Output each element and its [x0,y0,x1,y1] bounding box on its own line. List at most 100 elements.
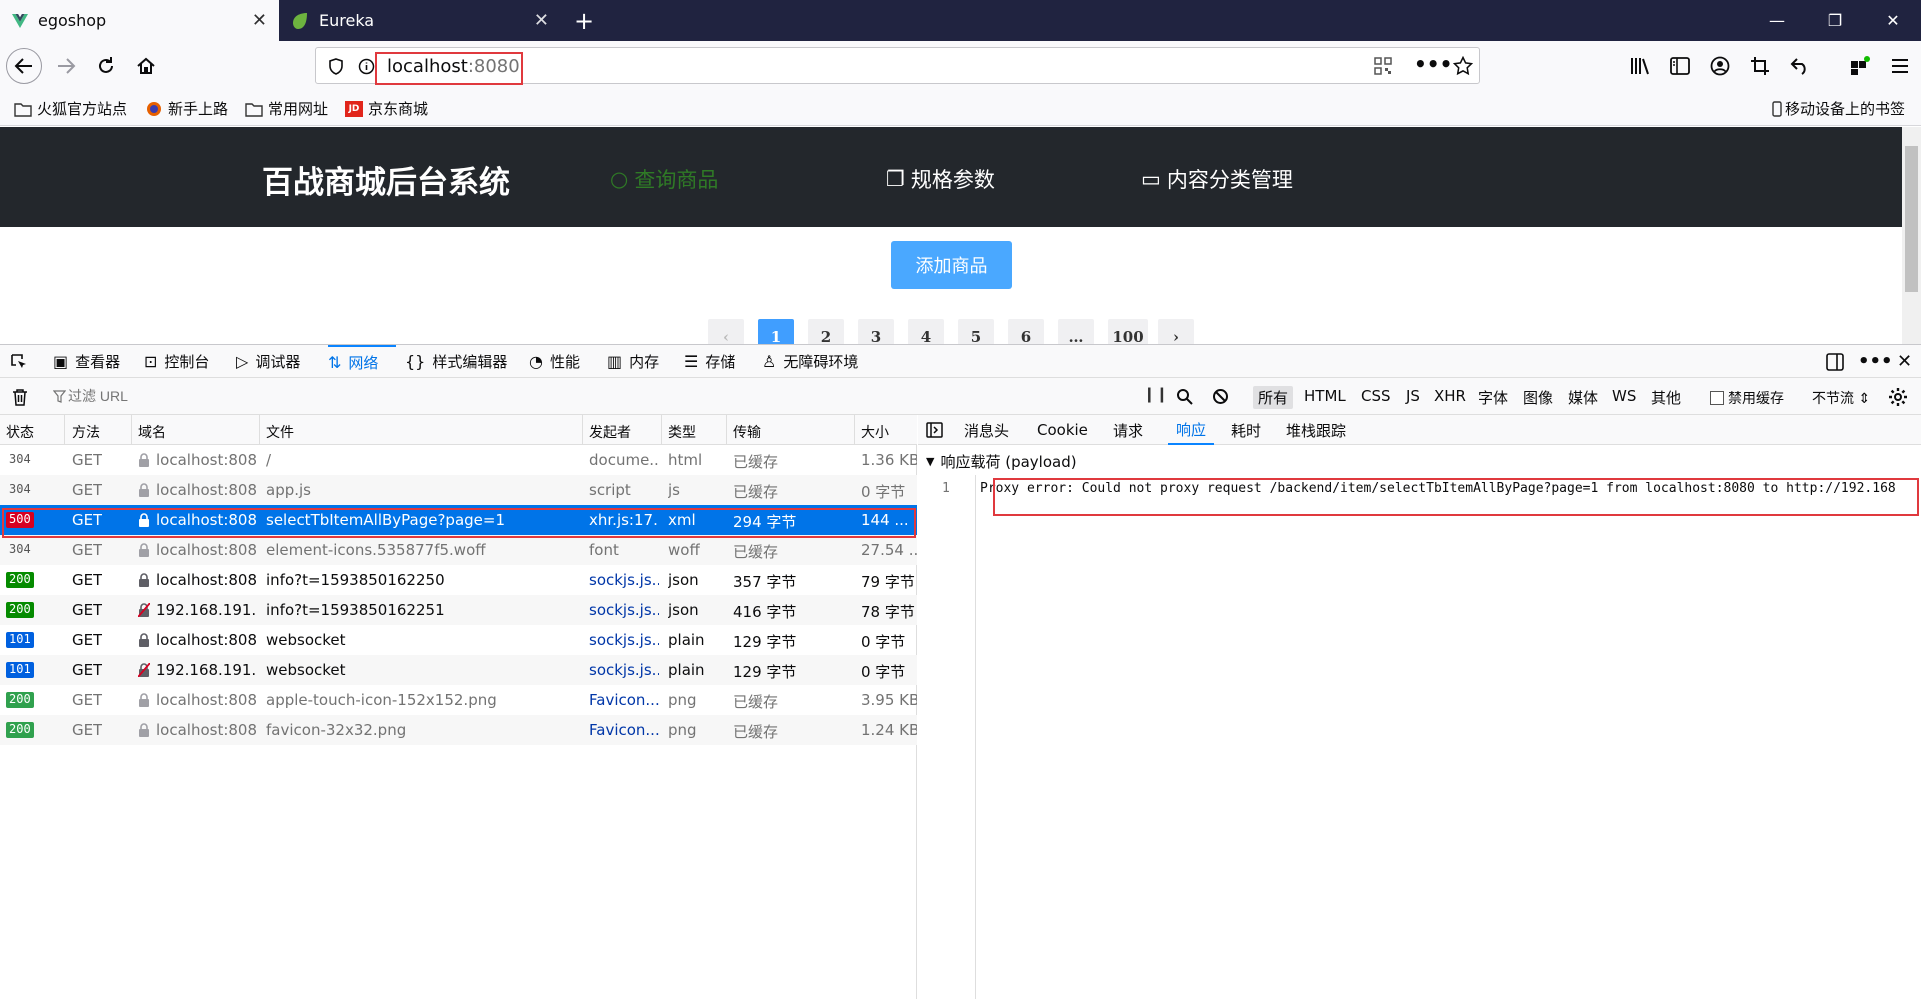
table-row[interactable]: 304 GET localhost:8080 / docume... html … [0,445,917,475]
table-row[interactable]: 200 GET localhost:8080 apple-touch-icon-… [0,685,917,715]
forward-button[interactable] [48,48,84,84]
search-icon[interactable] [1176,388,1193,405]
menu-spec-params[interactable]: ❐ 规格参数 [886,164,995,194]
block-icon[interactable] [1212,388,1229,405]
devtools-tab-console[interactable]: ⊡ 控制台 [144,345,209,378]
next-page-button[interactable]: › [1158,319,1194,344]
screenshot-button[interactable] [1742,48,1778,84]
col-initiator[interactable]: 发起者 [589,422,631,442]
prev-page-button[interactable]: ‹ [708,319,744,344]
cell-initiator[interactable]: sockjs.js... [589,661,659,679]
filter-xhr[interactable]: XHR [1429,386,1471,406]
page-1[interactable]: 1 [758,319,794,344]
detail-tab-stack-trace[interactable]: 堆栈跟踪 [1286,415,1346,445]
restore-button[interactable]: ❐ [1806,0,1864,41]
filter-media[interactable]: 媒体 [1563,386,1603,409]
bookmark-common-sites[interactable]: 常用网址 [245,98,328,119]
page-scrollbar-thumb[interactable] [1905,146,1918,292]
table-row[interactable]: 101 GET localhost:8080 websocket sockjs.… [0,625,917,655]
cell-initiator[interactable]: Favicon... [589,691,659,709]
devtools-more-icon[interactable]: ••• [1858,345,1893,378]
detail-tab-request[interactable]: 请求 [1113,415,1143,445]
bookmark-getting-started[interactable]: 新手上路 [145,98,228,119]
filter-url-input[interactable] [68,384,1128,408]
new-tab-button[interactable]: + [562,0,606,41]
col-file[interactable]: 文件 [266,422,294,442]
library-button[interactable] [1622,48,1658,84]
col-domain[interactable]: 域名 [138,422,166,442]
dock-options-button[interactable] [1826,345,1844,378]
devtools-tab-style-editor[interactable]: {} 样式编辑器 [405,345,507,378]
extensions-button[interactable] [1842,48,1878,84]
devtools-tab-inspector[interactable]: ▣ 查看器 [53,345,120,378]
tab-egoshop[interactable]: egoshop ✕ [0,0,279,41]
element-picker-button[interactable] [10,345,28,378]
undo-close-button[interactable] [1782,48,1818,84]
filter-all[interactable]: 所有 [1253,386,1294,409]
more-actions-icon[interactable]: ••• [1414,52,1452,76]
devtools-close-icon[interactable]: ✕ [1897,345,1912,378]
tab-eureka[interactable]: Eureka ✕ [279,0,561,41]
menu-query-products[interactable]: ○ 查询商品 [610,164,718,194]
toggle-panel-icon[interactable] [926,422,943,438]
payload-section-header[interactable]: ▼ 响应载荷 (payload) [926,451,1077,472]
col-type[interactable]: 类型 [668,422,696,442]
pause-icon[interactable]: ❙❙ [1143,385,1168,403]
close-window-button[interactable]: ✕ [1864,0,1921,41]
devtools-tab-performance[interactable]: ◔ 性能 [529,345,580,378]
col-method[interactable]: 方法 [72,422,100,442]
trash-icon[interactable] [12,388,28,406]
back-button[interactable] [6,48,42,84]
page-4[interactable]: 4 [908,319,944,344]
qr-code-icon[interactable] [1374,57,1392,75]
devtools-tab-accessibility[interactable]: ♙ 无障碍环境 [762,345,858,378]
mobile-bookmarks[interactable]: 移动设备上的书签 [1772,98,1905,119]
filter-html[interactable]: HTML [1299,386,1351,406]
filter-js[interactable]: JS [1401,386,1425,406]
devtools-tab-debugger[interactable]: ▷ 调试器 [236,345,300,378]
reload-button[interactable] [88,48,124,84]
filter-other[interactable]: 其他 [1646,386,1686,409]
gear-icon[interactable] [1888,387,1908,407]
table-row[interactable]: 200 GET localhost:8080 info?t=1593850162… [0,565,917,595]
page-5[interactable]: 5 [958,319,994,344]
close-icon[interactable]: ✕ [252,10,267,31]
sidebar-button[interactable] [1662,48,1698,84]
table-row[interactable]: 101 GET 192.168.191.... websocket sockjs… [0,655,917,685]
cell-initiator[interactable]: sockjs.js... [589,571,659,589]
home-button[interactable] [128,48,164,84]
filter-ws[interactable]: WS [1607,386,1641,406]
cell-initiator[interactable]: Favicon... [589,721,659,739]
filter-fonts[interactable]: 字体 [1473,386,1513,409]
devtools-tab-network[interactable]: ⇅ 网络 [328,345,396,378]
add-product-button[interactable]: 添加商品 [891,241,1012,289]
cell-initiator[interactable]: sockjs.js... [589,631,659,649]
page-3[interactable]: 3 [858,319,894,344]
table-row[interactable]: 304 GET localhost:8080 element-icons.535… [0,535,917,565]
close-icon[interactable]: ✕ [534,10,549,31]
account-button[interactable] [1702,48,1738,84]
menu-button[interactable] [1882,48,1918,84]
devtools-tab-memory[interactable]: ▥ 内存 [607,345,659,378]
col-status[interactable]: 状态 [6,422,34,442]
cell-initiator[interactable]: sockjs.js... [589,601,659,619]
table-row[interactable]: 200 GET 192.168.191.... info?t=159385016… [0,595,917,625]
table-row[interactable]: 200 GET localhost:8080 favicon-32x32.png… [0,715,917,745]
detail-tab-cookie[interactable]: Cookie [1037,415,1088,445]
bookmark-firefox-official[interactable]: 火狐官方站点 [14,98,127,119]
bookmark-star-icon[interactable] [1453,56,1473,76]
page-100[interactable]: 100 [1108,319,1148,344]
page-ellipsis[interactable]: … [1058,319,1094,344]
menu-content-category[interactable]: ▭ 内容分类管理 [1141,164,1293,194]
detail-tab-timings[interactable]: 耗时 [1231,415,1261,445]
detail-tab-headers[interactable]: 消息头 [964,415,1009,445]
devtools-tab-storage[interactable]: ☰ 存储 [684,345,735,378]
detail-tab-response[interactable]: 响应 [1168,415,1215,445]
tracking-protection-icon[interactable] [328,58,344,75]
col-size[interactable]: 大小 [861,422,889,442]
bookmark-jd-mall[interactable]: JD 京东商城 [345,98,428,119]
col-transferred[interactable]: 传输 [733,422,761,442]
page-2[interactable]: 2 [808,319,844,344]
filter-images[interactable]: 图像 [1518,386,1558,409]
disable-cache-checkbox[interactable]: 禁用缓存 [1710,388,1784,408]
